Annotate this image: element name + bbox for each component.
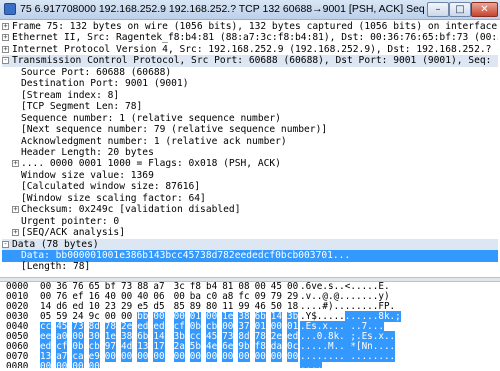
- tree-row[interactable]: [Window size scaling factor: 64]: [2, 193, 498, 205]
- tree-row[interactable]: Sequence number: 1 (relative sequence nu…: [2, 113, 498, 125]
- tree-row-label: [Length: 78]: [21, 261, 91, 273]
- tree-row-label: Ethernet II, Src: Ragentek_f8:b4:81 (88:…: [12, 32, 498, 44]
- close-button[interactable]: ✕: [471, 2, 498, 17]
- tree-row[interactable]: [Next sequence number: 79 (relative sequ…: [2, 124, 498, 136]
- expand-icon[interactable]: +: [12, 160, 19, 168]
- tree-row-label: Acknowledgment number: 1 (relative ack n…: [21, 135, 287, 147]
- hex-byte[interactable]: 00: [189, 352, 201, 362]
- tree-row[interactable]: [Calculated window size: 87616]: [2, 181, 498, 193]
- hex-byte[interactable]: 00: [121, 352, 133, 362]
- tree-row-label: Checksum: 0x249c [validation disabled]: [21, 204, 241, 216]
- packet-details-tree[interactable]: + Frame 75: 132 bytes on wire (1056 bits)…: [2, 21, 498, 273]
- tree-row[interactable]: Data: bb000001001e386b143bcc45738d782eed…: [2, 250, 498, 262]
- hex-byte[interactable]: 00: [206, 352, 218, 362]
- tree-row[interactable]: - Data (78 bytes): [2, 238, 498, 251]
- tree-row-label: Source Port: 60688 (60688): [21, 66, 172, 78]
- tree-row-label: .... 0000 0001 1000 = Flags: 0x018 (PSH,…: [21, 158, 281, 170]
- tree-row[interactable]: Urgent pointer: 0: [2, 216, 498, 228]
- hex-byte[interactable]: 00: [40, 362, 52, 368]
- tree-row-label: [TCP Segment Len: 78]: [21, 101, 143, 113]
- collapse-icon[interactable]: -: [2, 240, 9, 248]
- hex-byte[interactable]: 00: [238, 352, 250, 362]
- hex-byte[interactable]: 00: [72, 362, 84, 368]
- tree-row-label: Data (78 bytes): [12, 238, 99, 250]
- expand-icon[interactable]: +: [2, 23, 9, 30]
- maximize-button[interactable]: □: [449, 2, 471, 17]
- tree-row[interactable]: [Stream index: 8]: [2, 90, 498, 102]
- tree-row-label: Destination Port: 9001 (9001): [21, 78, 189, 90]
- tree-row[interactable]: + Internet Protocol Version 4, Src: 192.1…: [2, 44, 498, 56]
- hex-byte[interactable]: 00: [173, 352, 185, 362]
- expand-icon[interactable]: +: [12, 229, 19, 237]
- hex-offset: 0080: [6, 361, 29, 369]
- wireshark-app-icon: [4, 3, 16, 15]
- window-title: 75 6.917708000 192.168.252.9 192.168.252…: [20, 3, 424, 15]
- tree-row-label: Transmission Control Protocol, Src Port:…: [12, 55, 498, 67]
- tree-row[interactable]: Window size value: 1369: [2, 170, 498, 182]
- tree-row[interactable]: [TCP Segment Len: 78]: [2, 101, 498, 113]
- collapse-icon[interactable]: -: [2, 57, 9, 65]
- hex-byte[interactable]: 00: [56, 362, 68, 368]
- hex-byte[interactable]: 00: [137, 352, 149, 362]
- hex-byte[interactable]: 00: [88, 362, 100, 368]
- hex-byte[interactable]: 00: [153, 352, 165, 362]
- tree-row[interactable]: Destination Port: 9001 (9001): [2, 78, 498, 90]
- tree-row-label: Sequence number: 1 (relative sequence nu…: [21, 112, 281, 124]
- tree-row[interactable]: + Checksum: 0x249c [validation disabled]: [2, 204, 498, 216]
- tree-row-label: [Window size scaling factor: 64]: [21, 192, 206, 204]
- hex-byte[interactable]: 00: [254, 352, 266, 362]
- tree-row-label: Urgent pointer: 0: [21, 215, 120, 227]
- tree-row-label: Data: bb000001001e386b143bcc45738d782eed…: [21, 250, 351, 261]
- tree-row[interactable]: +.... 0000 0001 1000 = Flags: 0x018 (PSH…: [2, 158, 498, 170]
- tree-row[interactable]: Header Length: 20 bytes: [2, 147, 498, 159]
- tree-row-label: [Calculated window size: 87616]: [21, 181, 201, 193]
- tree-row[interactable]: [Length: 78]: [2, 261, 498, 273]
- hex-byte[interactable]: 00: [222, 352, 234, 362]
- hex-byte[interactable]: 00: [270, 352, 282, 362]
- hex-row: 0080 00 00 00 00....: [2, 361, 498, 369]
- tree-row-label: [SEQ/ACK analysis]: [21, 227, 125, 239]
- tree-row[interactable]: Source Port: 60688 (60688): [2, 67, 498, 79]
- expand-icon[interactable]: +: [2, 34, 9, 42]
- tree-row-label: [Stream index: 8]: [21, 89, 120, 101]
- tree-row-label: Header Length: 20 bytes: [21, 146, 154, 158]
- hex-byte[interactable]: 00: [287, 352, 299, 362]
- tree-row-label: Frame 75: 132 bytes on wire (1056 bits),…: [12, 21, 498, 32]
- hex-ascii-highlight: ....: [300, 361, 323, 368]
- tree-row[interactable]: + Ethernet II, Src: Ragentek_f8:b4:81 (88…: [2, 32, 498, 44]
- tree-row-label: Window size value: 1369: [21, 169, 154, 181]
- packet-bytes-pane[interactable]: 0000 00 36 76 65 bf 73 88 a7 3c f8 b4 81 08 00 45 00.6ve…: [2, 282, 498, 368]
- tree-row[interactable]: + [SEQ/ACK analysis]: [2, 227, 498, 239]
- minimize-button[interactable]: –: [427, 2, 449, 17]
- hex-byte[interactable]: 00: [104, 352, 116, 362]
- hex-ascii[interactable]: ....: [300, 361, 323, 368]
- expand-icon[interactable]: +: [2, 45, 9, 53]
- expand-icon[interactable]: +: [12, 206, 19, 214]
- window-titlebar: 75 6.917708000 192.168.252.9 192.168.252…: [0, 0, 500, 20]
- tree-row-label: Internet Protocol Version 4, Src: 192.16…: [12, 43, 498, 55]
- tree-row[interactable]: + Frame 75: 132 bytes on wire (1056 bits)…: [2, 21, 498, 33]
- tree-row[interactable]: - Transmission Control Protocol, Src Port…: [2, 55, 498, 68]
- tree-row[interactable]: Acknowledgment number: 1 (relative ack n…: [2, 136, 498, 148]
- tree-row-label: [Next sequence number: 79 (relative sequ…: [21, 124, 328, 136]
